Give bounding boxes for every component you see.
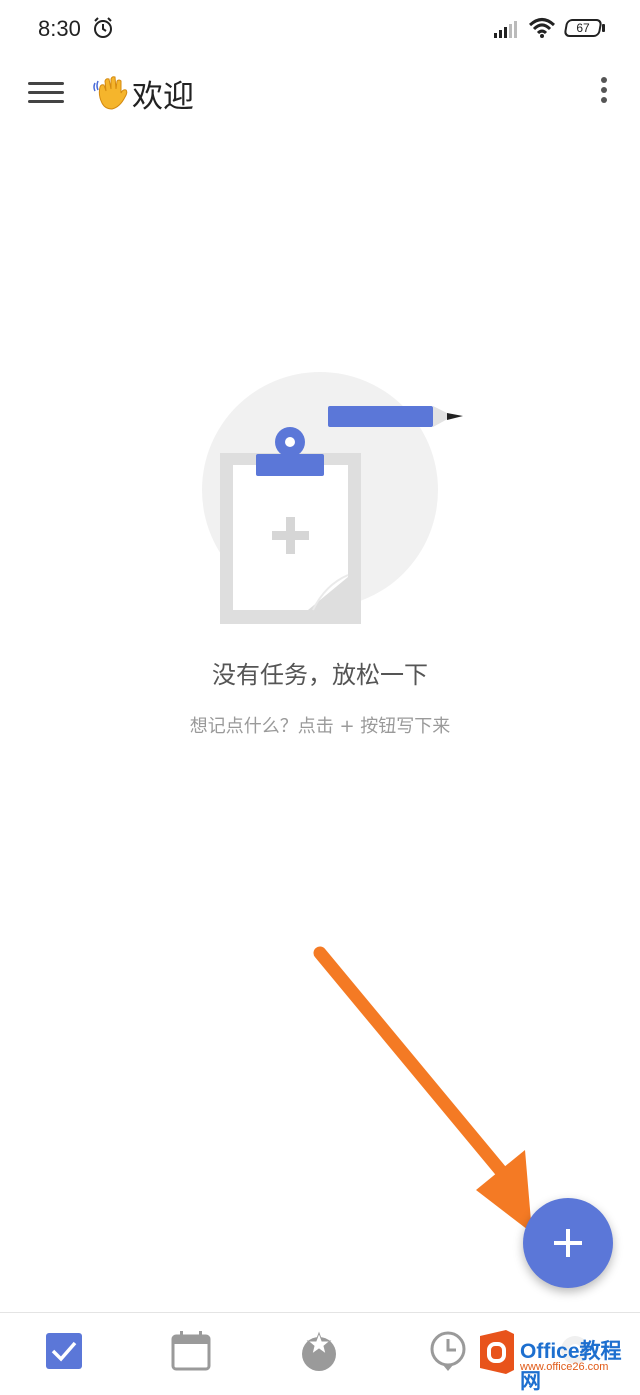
nav-pomodoro[interactable] <box>296 1327 346 1375</box>
clock-icon <box>430 1331 466 1371</box>
nav-history[interactable] <box>425 1327 475 1375</box>
calendar-icon <box>171 1331 211 1371</box>
pomodoro-icon <box>302 1331 336 1371</box>
plus-icon <box>554 1229 582 1257</box>
checkbox-icon <box>46 1333 82 1369</box>
nav-tasks[interactable] <box>41 1327 91 1375</box>
add-task-button[interactable] <box>523 1198 613 1288</box>
nav-calendar[interactable] <box>168 1327 218 1375</box>
watermark-site: www.office26.com <box>520 1361 609 1373</box>
annotation-arrow <box>313 946 532 1233</box>
